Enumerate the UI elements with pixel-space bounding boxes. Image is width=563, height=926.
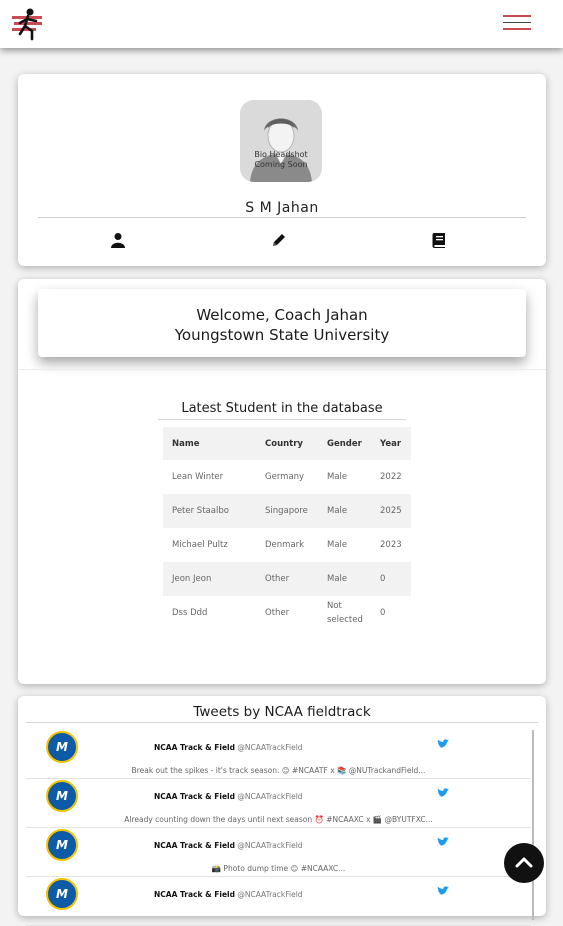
- welcome-banner: Welcome, Coach Jahan Youngstown State Un…: [38, 289, 526, 357]
- tweet-author[interactable]: NCAA Track & Field @NCAATrackField: [154, 743, 303, 752]
- welcome-message: Welcome, Coach Jahan: [196, 306, 368, 324]
- tweet-author[interactable]: NCAA Track & Field @NCAATrackField: [154, 890, 303, 899]
- tweet-author[interactable]: NCAA Track & Field @NCAATrackField: [154, 792, 303, 801]
- runner-logo-icon[interactable]: [10, 6, 46, 42]
- ncaa-logo-icon[interactable]: M: [46, 829, 78, 861]
- chevron-up-icon: [515, 857, 533, 868]
- avatar-caption: Bio Headshot Coming Soon: [254, 150, 308, 169]
- profile-card: Bio Headshot Coming Soon S M Jahan: [18, 74, 546, 266]
- table-row: Jeon Jeon Other Male 0: [163, 562, 411, 596]
- tweet-text: 📸 Photo dump time 😊 #NCAAXC...: [211, 864, 346, 873]
- twitter-bird-icon[interactable]: [437, 739, 449, 749]
- students-table-title: Latest Student in the database: [181, 401, 383, 416]
- table-row: Michael Pultz Denmark Male 2023: [172, 540, 402, 550]
- column-header-gender: Gender: [318, 427, 371, 460]
- ncaa-logo-icon[interactable]: M: [46, 780, 78, 812]
- tweet-item[interactable]: M NCAA Track & Field @NCAATrackField Bre…: [26, 729, 531, 779]
- divider: [26, 722, 538, 723]
- twitter-bird-icon[interactable]: [437, 788, 449, 798]
- table-row: Dss Ddd Other Not selected 0: [172, 601, 386, 625]
- ncaa-logo-icon[interactable]: M: [46, 731, 78, 763]
- divider: [38, 217, 526, 218]
- tweet-item[interactable]: M NCAA Track & Field @NCAATrackField Alr…: [26, 778, 531, 828]
- table-row: Peter Staalbo Singapore Male 2025: [163, 494, 411, 528]
- tweet-author[interactable]: NCAA Track & Field @NCAATrackField: [154, 841, 303, 850]
- user-icon[interactable]: [110, 232, 126, 248]
- tweet-item[interactable]: M NCAA Track & Field @NCAATrackField 📸 P…: [26, 827, 531, 877]
- profile-name: S M Jahan: [245, 200, 319, 216]
- column-header-name: Name: [163, 427, 256, 460]
- scroll-to-top-button[interactable]: [504, 843, 544, 883]
- students-table: Name Country Gender Year Lean Winter Germ…: [163, 427, 411, 630]
- divider: [18, 369, 546, 370]
- tweets-title: Tweets by NCAA fieldtrack: [193, 704, 371, 720]
- twitter-bird-icon[interactable]: [437, 837, 449, 847]
- pencil-icon[interactable]: [271, 232, 287, 248]
- avatar: Bio Headshot Coming Soon: [240, 100, 322, 182]
- tweets-card: Tweets by NCAA fieldtrack M NCAA Track &…: [18, 696, 546, 926]
- book-icon[interactable]: [431, 232, 447, 248]
- twitter-bird-icon[interactable]: [437, 886, 449, 896]
- ncaa-logo-icon[interactable]: M: [46, 878, 78, 910]
- column-header-country: Country: [256, 427, 318, 460]
- top-navbar: [0, 0, 563, 48]
- university-name: Youngstown State University: [174, 326, 390, 344]
- tweet-text: Break out the spikes - it's track season…: [131, 766, 426, 775]
- tweets-scrollbar[interactable]: [532, 730, 534, 920]
- table-row: Lean Winter Germany Male 2022: [172, 472, 402, 482]
- welcome-card: Welcome, Coach Jahan Youngstown State Un…: [18, 279, 546, 684]
- hamburger-menu-icon[interactable]: [503, 15, 531, 35]
- tweet-text: Already counting down the days until nex…: [124, 815, 433, 824]
- divider: [158, 419, 406, 420]
- column-header-year: Year: [371, 427, 411, 460]
- tweet-item[interactable]: M NCAA Track & Field @NCAATrackField: [26, 876, 531, 926]
